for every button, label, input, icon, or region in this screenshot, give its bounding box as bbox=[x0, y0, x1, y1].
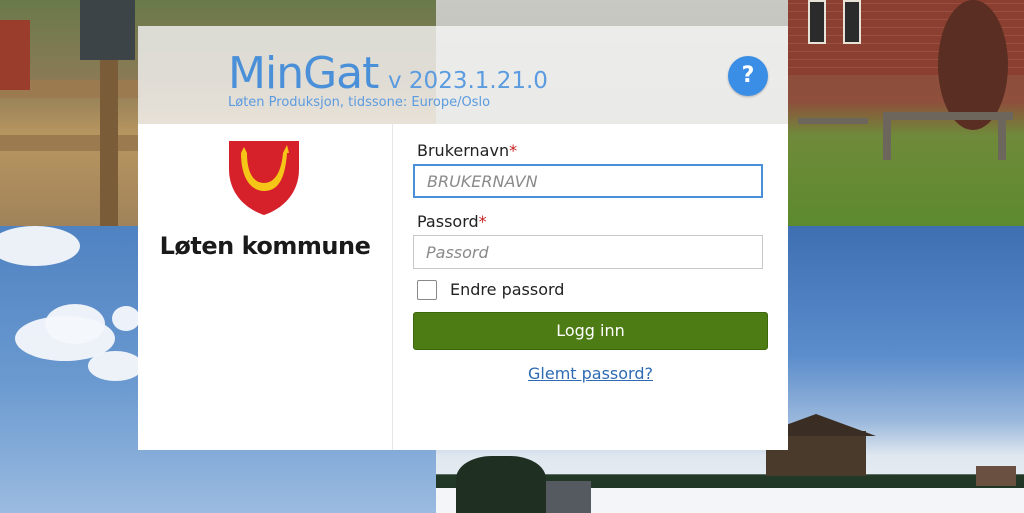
help-button[interactable]: ? bbox=[728, 56, 768, 96]
required-mark: * bbox=[509, 141, 518, 160]
logo-pane: Løten kommune bbox=[138, 124, 393, 450]
background-photo-brick-building bbox=[788, 0, 1024, 226]
username-input[interactable] bbox=[413, 164, 763, 198]
change-password-checkbox[interactable] bbox=[417, 280, 437, 300]
app-title: MinGat bbox=[228, 48, 379, 99]
app-version: v 2023.1.21.0 bbox=[388, 68, 548, 94]
username-label: Brukernavn* bbox=[417, 141, 518, 160]
login-button[interactable]: Logg inn bbox=[413, 312, 768, 350]
change-password-label[interactable]: Endre passord bbox=[450, 280, 564, 299]
coat-of-arms-icon bbox=[229, 141, 299, 215]
password-label: Passord* bbox=[417, 212, 487, 231]
password-input[interactable] bbox=[413, 235, 763, 269]
login-card: Løten kommune Brukernavn* Passord* Endre… bbox=[138, 124, 788, 450]
required-mark: * bbox=[478, 212, 487, 231]
header-band: MinGat v 2023.1.21.0 Løten Produksjon, t… bbox=[138, 26, 788, 124]
app-subtitle: Løten Produksjon, tidssone: Europe/Oslo bbox=[228, 95, 491, 110]
forgot-password-link[interactable]: Glemt passord? bbox=[413, 364, 768, 383]
org-name: Løten kommune bbox=[159, 232, 371, 260]
question-mark-icon: ? bbox=[741, 63, 755, 88]
